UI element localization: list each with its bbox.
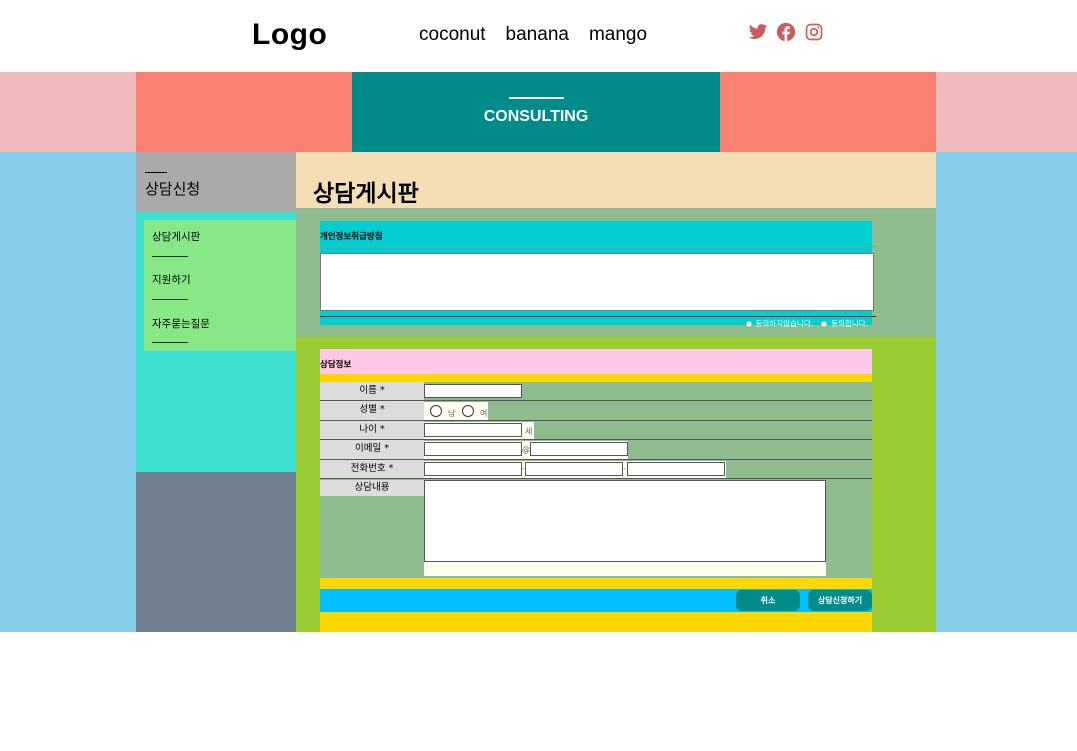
facebook-icon[interactable] — [776, 22, 796, 42]
sidebar-title-bar — [145, 172, 167, 173]
gender-female-radio[interactable] — [462, 405, 474, 417]
gender-male-radio[interactable] — [430, 405, 442, 417]
age-input[interactable] — [424, 423, 522, 437]
form-title: 상담정보 — [320, 360, 352, 370]
form-row-age: 나이 * 세 — [320, 421, 872, 440]
content-textarea[interactable] — [424, 480, 826, 562]
privacy-section: 개인정보취급방침 동의하지않습니다. 동의합니다. — [296, 209, 936, 337]
form-row-content: 상담내용 — [320, 479, 872, 578]
banner: CONSULTING — [0, 72, 1077, 152]
page-title-bar: 상담게시판 — [296, 152, 936, 209]
nav-coconut[interactable]: coconut — [419, 24, 486, 46]
email-at: @ — [522, 445, 530, 454]
content-label: 상담내용 — [320, 480, 424, 496]
agree-label: 동의합니다. — [831, 319, 868, 328]
age-label: 나이 * — [320, 421, 424, 439]
sidebar-divider — [152, 342, 188, 343]
name-label: 이름 * — [320, 382, 424, 400]
phone-input-2[interactable] — [525, 462, 623, 476]
age-unit: 세 — [525, 427, 533, 436]
agree-option[interactable]: 동의합니다. — [821, 318, 868, 329]
button-bar: 취소 상담신청하기 — [320, 589, 872, 612]
form-row-name: 이름 * — [320, 382, 872, 401]
sidebar-item-faq[interactable]: 자주묻는질문 — [152, 316, 210, 331]
main-section: 상담신청 상담게시판 지원하기 자주묻는질문 상담게시판 개인정보취급방침 동의… — [0, 152, 1077, 632]
main-nav: coconut banana mango — [419, 24, 647, 46]
privacy-box: 개인정보취급방침 동의하지않습니다. 동의합니다. — [320, 221, 876, 328]
disagree-radio[interactable] — [745, 320, 752, 327]
sidebar-divider — [152, 256, 188, 257]
email-id-input[interactable] — [424, 442, 522, 456]
email-domain-input[interactable] — [530, 442, 628, 456]
privacy-label: 개인정보취급방침 — [320, 232, 383, 242]
name-input[interactable] — [424, 384, 522, 398]
twitter-icon[interactable] — [748, 22, 768, 42]
phone-separator: - — [623, 464, 626, 473]
form-header: 상담정보 — [320, 349, 872, 374]
phone-input-3[interactable] — [627, 462, 725, 476]
nav-mango[interactable]: mango — [589, 24, 647, 46]
sidebar-title: 상담신청 — [145, 180, 201, 198]
privacy-textarea[interactable] — [320, 253, 874, 311]
divider — [320, 246, 876, 247]
logo[interactable]: Logo — [252, 18, 327, 52]
banner-bar — [509, 97, 564, 99]
phone-input-1[interactable] — [424, 462, 522, 476]
sidebar: 상담신청 상담게시판 지원하기 자주묻는질문 — [136, 152, 296, 632]
divider — [320, 316, 876, 317]
sidebar-item-board[interactable]: 상담게시판 — [152, 229, 200, 244]
nav-banana[interactable]: banana — [506, 24, 569, 46]
disagree-option[interactable]: 동의하지않습니다. — [745, 318, 814, 329]
banner-title: CONSULTING — [483, 108, 589, 125]
form-row-email: 이메일 * @ — [320, 440, 872, 460]
gender-label: 성별 * — [320, 401, 424, 420]
banner-center: CONSULTING — [352, 72, 720, 152]
page-title: 상담게시판 — [313, 181, 419, 207]
disagree-label: 동의하지않습니다. — [755, 319, 814, 328]
form-row-gender: 성별 * 남 여 — [320, 401, 872, 421]
form-row-phone: 전화번호 * - - — [320, 460, 872, 479]
sidebar-item-apply[interactable]: 지원하기 — [152, 272, 191, 287]
privacy-agreement: 동의하지않습니다. 동의합니다. — [745, 318, 868, 329]
consult-form: 상담정보 이름 * 성별 * 남 여 나이 * 세 이메일 * @ 전화번호 *… — [320, 349, 872, 632]
cancel-button[interactable]: 취소 — [736, 590, 800, 611]
content-area: 상담게시판 개인정보취급방침 동의하지않습니다. 동의합니다. 상담정보 이름 … — [296, 152, 936, 632]
sidebar-menu: 상담게시판 지원하기 자주묻는질문 — [144, 220, 296, 351]
site-header: Logo coconut banana mango — [0, 0, 1077, 72]
instagram-icon[interactable] — [804, 22, 824, 42]
gender-male-label: 남 — [448, 409, 456, 418]
phone-label: 전화번호 * — [320, 460, 424, 478]
form-grid: 이름 * 성별 * 남 여 나이 * 세 이메일 * @ 전화번호 * - - … — [320, 382, 872, 578]
agree-radio[interactable] — [821, 320, 828, 327]
gender-female-label: 여 — [480, 409, 488, 418]
social-links — [748, 22, 824, 42]
email-label: 이메일 * — [320, 440, 424, 459]
sidebar-header: 상담신청 — [136, 152, 296, 212]
submit-button[interactable]: 상담신청하기 — [808, 590, 872, 611]
sidebar-divider — [152, 299, 188, 300]
